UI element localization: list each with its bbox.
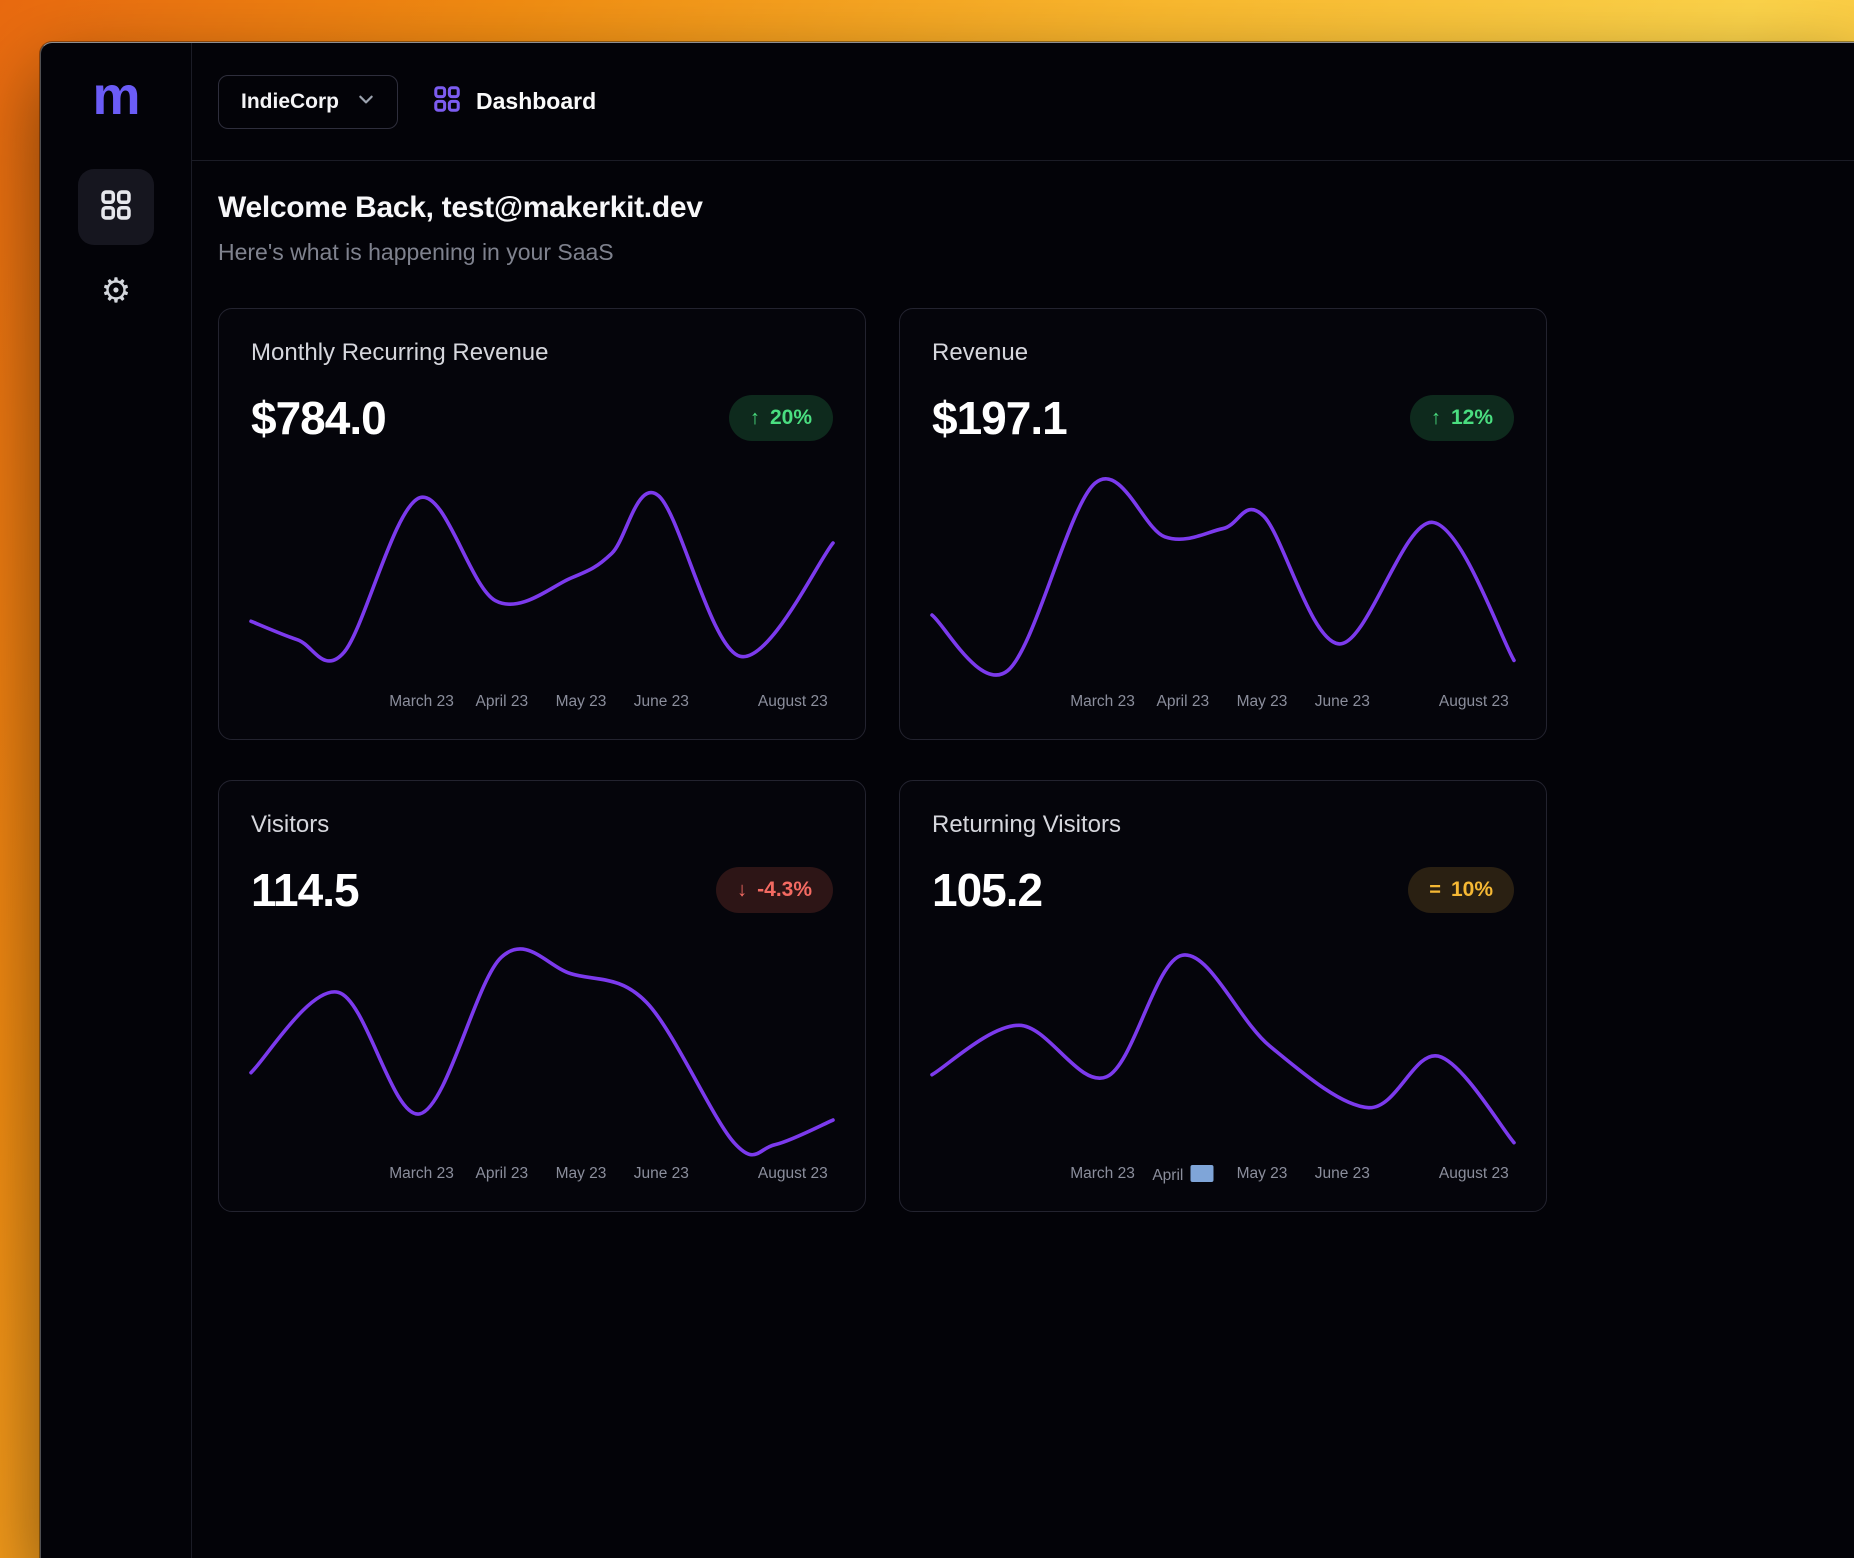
metric-value: 114.5 <box>251 863 359 917</box>
sidebar-item-dashboard[interactable] <box>78 169 154 245</box>
x-axis-label: April 23 <box>476 1165 529 1183</box>
x-axis-label: August 23 <box>758 693 828 711</box>
trend-badge-label: -4.3% <box>757 878 812 902</box>
x-axis-label: May 23 <box>1237 1165 1288 1183</box>
team-selector-button[interactable]: IndieCorp <box>218 75 398 129</box>
x-axis-labels: March 23 April 23 May 23 June 23 August 23 <box>251 693 833 715</box>
trend-badge: ↑ 20% <box>729 395 833 441</box>
trend-badge: = 10% <box>1408 867 1514 913</box>
x-axis-label: June 23 <box>634 1165 689 1183</box>
line-chart <box>251 475 833 681</box>
x-axis-label: August 23 <box>1439 693 1509 711</box>
page-title: Dashboard <box>476 88 596 115</box>
dashboard-grid-icon <box>434 86 460 117</box>
x-axis-label: August 23 <box>1439 1165 1509 1183</box>
x-axis-label: May 23 <box>556 693 607 711</box>
trend-badge-label: 12% <box>1451 406 1493 430</box>
chart-line <box>932 955 1514 1143</box>
chart-line <box>251 493 833 661</box>
metric-value: 105.2 <box>932 863 1042 917</box>
card-title: Visitors <box>251 811 833 839</box>
dashboard-main: Welcome Back, test@makerkit.dev Here's w… <box>192 161 1854 1558</box>
line-chart <box>251 947 833 1153</box>
welcome-heading: Welcome Back, test@makerkit.dev <box>218 191 1839 225</box>
metric-value: $784.0 <box>251 391 386 445</box>
team-selector-label: IndieCorp <box>241 90 339 114</box>
x-axis-label: March 23 <box>389 693 454 711</box>
chart-line <box>251 949 833 1155</box>
selection-highlight <box>1190 1165 1213 1182</box>
metric-card-returning-visitors: Returning Visitors 105.2 = 10% March 23 A… <box>899 780 1547 1212</box>
app-logo: m <box>92 69 139 123</box>
metric-card-mrr: Monthly Recurring Revenue $784.0 ↑ 20% M… <box>218 308 866 740</box>
x-axis-label: May 23 <box>556 1165 607 1183</box>
x-axis-label: March 23 <box>389 1165 454 1183</box>
x-axis-label: April 23 <box>1157 693 1210 711</box>
line-chart <box>932 947 1514 1153</box>
line-chart <box>932 475 1514 681</box>
chevron-down-icon <box>357 90 375 114</box>
x-axis-label: June 23 <box>1315 693 1370 711</box>
metric-card-revenue: Revenue $197.1 ↑ 12% March 23 April 23 May… <box>899 308 1547 740</box>
x-axis-label: June 23 <box>634 693 689 711</box>
x-axis-labels: March 23 April 23 May 23 June 23 August 23 <box>251 1165 833 1187</box>
trend-arrow-icon: ↑ <box>750 407 760 430</box>
sidebar-item-settings[interactable]: ⚙ <box>86 261 146 321</box>
gear-icon: ⚙ <box>101 274 131 308</box>
content-area: IndieCorp <box>192 43 1854 1558</box>
x-axis-labels: March 23 April 23 May 23 June 23 August 23 <box>932 693 1514 715</box>
trend-badge: ↑ 12% <box>1410 395 1514 441</box>
trend-arrow-icon: ↓ <box>737 879 747 902</box>
grid-icon <box>101 190 131 225</box>
welcome-subtitle: Here's what is happening in your SaaS <box>218 239 1839 266</box>
desktop-wallpaper: m ⚙ IndieCorp <box>0 0 1854 1558</box>
metric-cards-grid: Monthly Recurring Revenue $784.0 ↑ 20% M… <box>218 308 1839 1212</box>
x-axis-label: March 23 <box>1070 693 1135 711</box>
card-title: Returning Visitors <box>932 811 1514 839</box>
trend-badge-label: 10% <box>1451 878 1493 902</box>
x-axis-label: June 23 <box>1315 1165 1370 1183</box>
x-axis-label: May 23 <box>1237 693 1288 711</box>
app-window: m ⚙ IndieCorp <box>40 42 1854 1558</box>
trend-arrow-icon: ↑ <box>1431 407 1441 430</box>
trend-equals-icon: = <box>1429 879 1441 902</box>
top-bar: IndieCorp <box>192 43 1854 161</box>
trend-badge: ↓ -4.3% <box>716 867 833 913</box>
trend-badge-label: 20% <box>770 406 812 430</box>
x-axis-labels: March 23 April May 23 June 23 August 23 <box>932 1165 1514 1187</box>
nav-dashboard[interactable]: Dashboard <box>434 86 596 117</box>
metric-card-visitors: Visitors 114.5 ↓ -4.3% March 23April 23M… <box>218 780 866 1212</box>
sidebar: m ⚙ <box>41 43 192 1558</box>
metric-value: $197.1 <box>932 391 1067 445</box>
chart-line <box>932 479 1514 675</box>
card-title: Monthly Recurring Revenue <box>251 339 833 367</box>
x-axis-label: August 23 <box>758 1165 828 1183</box>
x-axis-label: April <box>1152 1165 1213 1185</box>
x-axis-label: March 23 <box>1070 1165 1135 1183</box>
x-axis-label: April 23 <box>476 693 529 711</box>
card-title: Revenue <box>932 339 1514 367</box>
